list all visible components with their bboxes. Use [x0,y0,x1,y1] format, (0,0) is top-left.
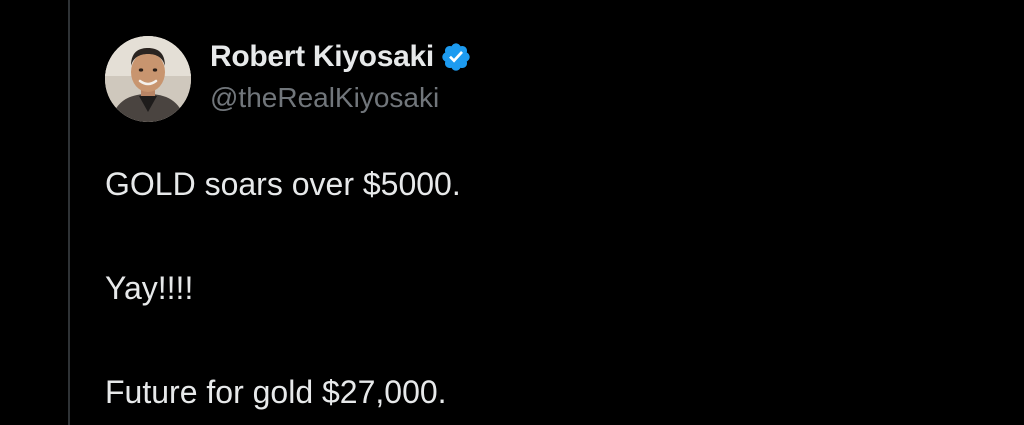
tweet-card[interactable]: Robert Kiyosaki @theRealKiyosaki GOLD so… [70,0,1024,425]
author-name-row: Robert Kiyosaki [210,38,472,76]
author-display-name[interactable]: Robert Kiyosaki [210,40,434,74]
author-info: Robert Kiyosaki @theRealKiyosaki [210,38,472,118]
tweet-text-line: GOLD soars over $5000. [105,166,461,202]
author-avatar[interactable] [105,36,191,122]
tweet-text: GOLD soars over $5000. Yay!!!! Future fo… [105,158,985,418]
tweet-text-line: Yay!!!! [105,270,194,306]
tweet-text-spacer [105,314,985,366]
author-handle[interactable]: @theRealKiyosaki [210,82,472,114]
verified-checkmark-icon[interactable] [440,41,472,73]
tweet-text-spacer [105,210,985,262]
avatar-photo-icon [105,36,191,122]
tweet-text-line: Future for gold $27,000. [105,374,447,410]
